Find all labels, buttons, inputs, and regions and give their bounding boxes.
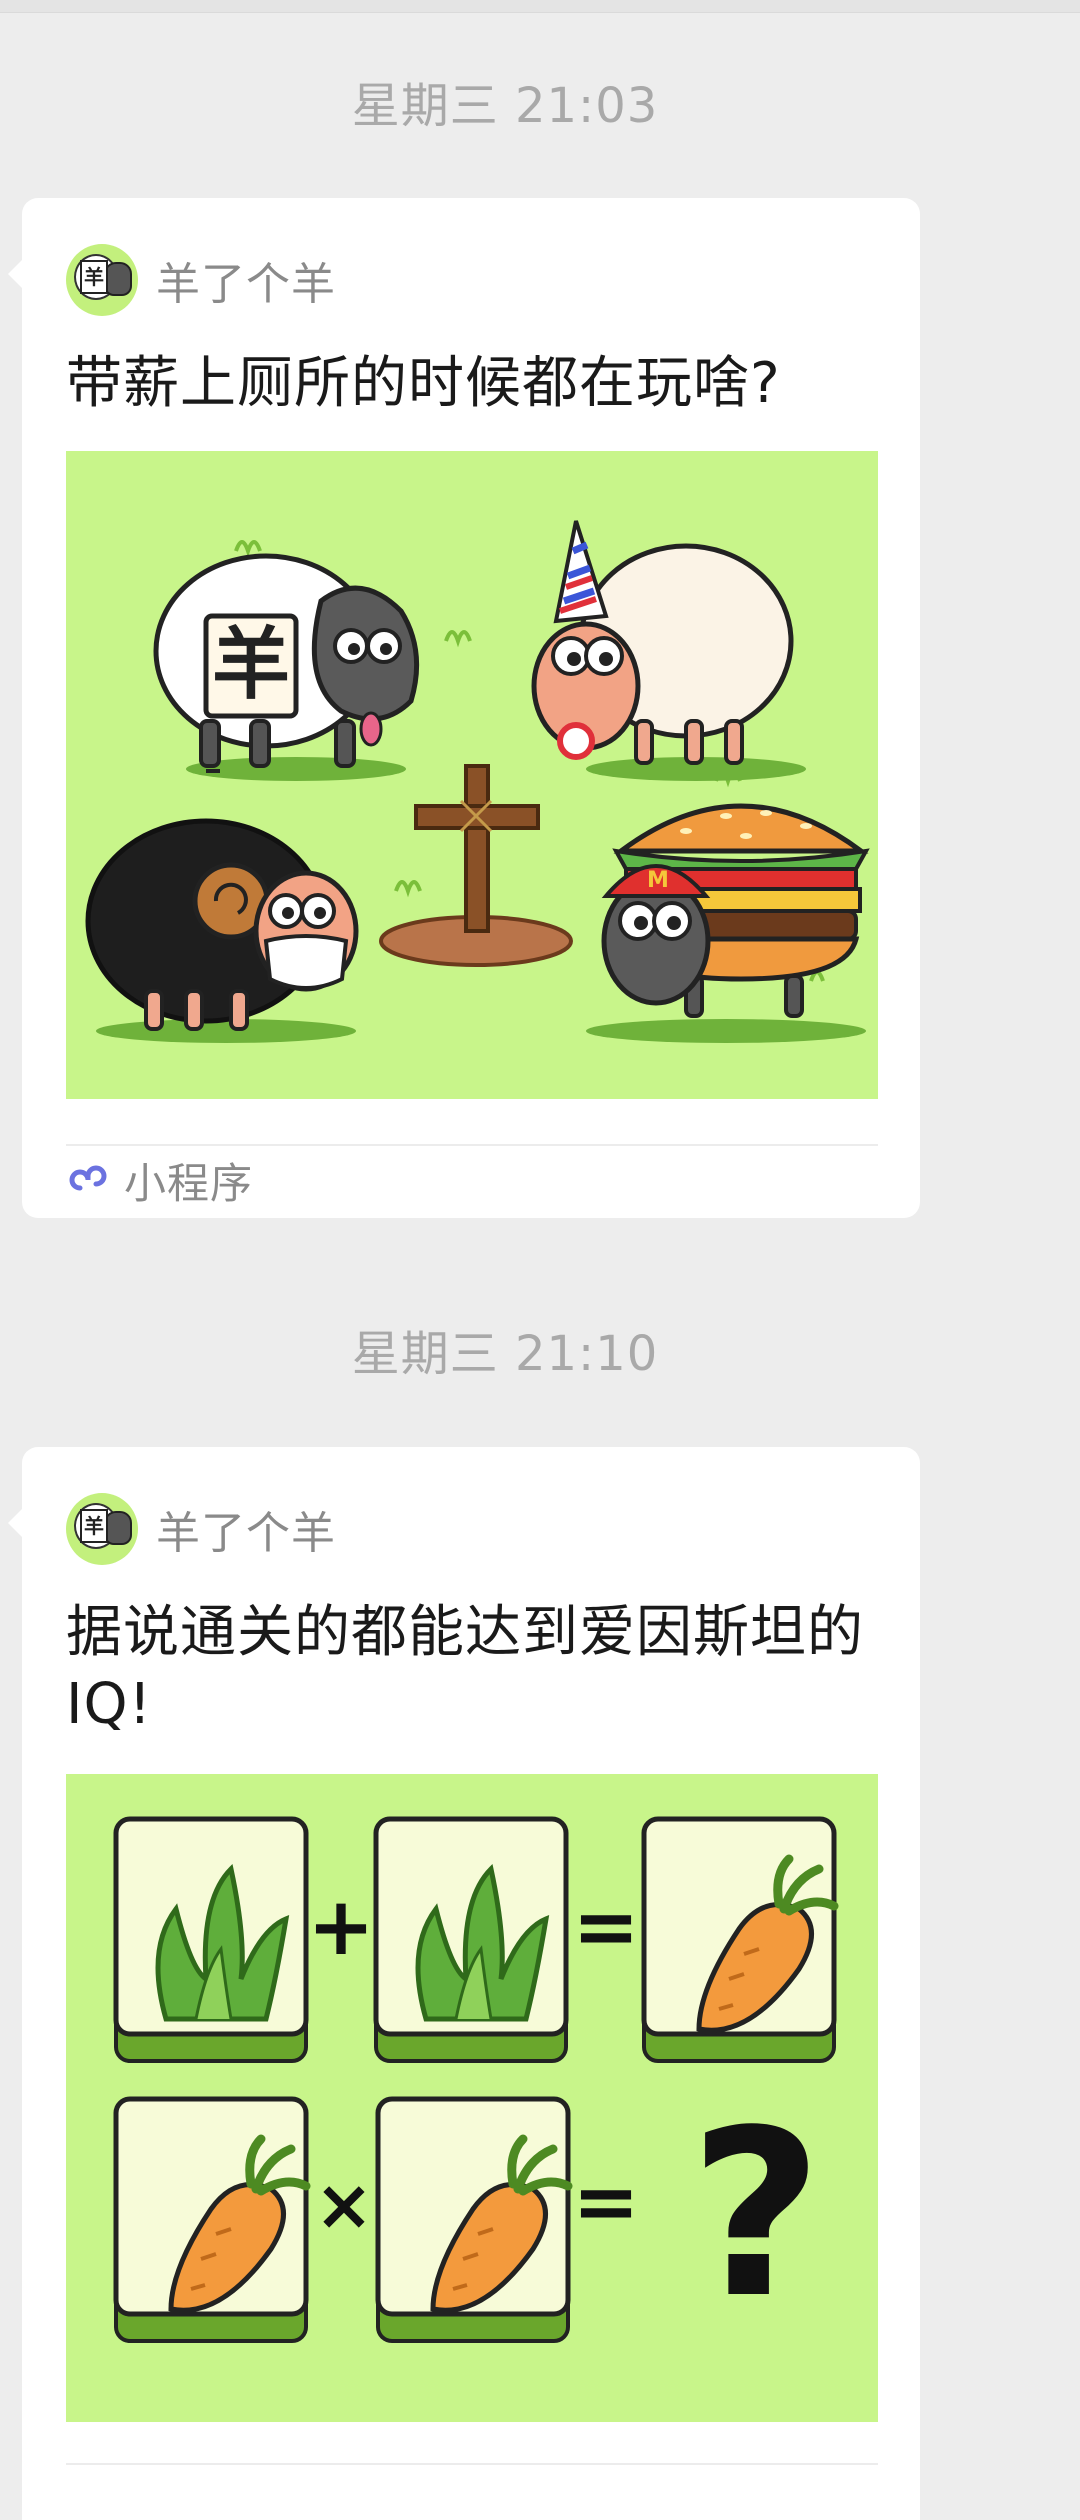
card-thumbnail-image: + = × = ? — [66, 1774, 878, 2422]
puzzle-operator: = — [572, 2155, 639, 2248]
puzzle-operator: + — [307, 1880, 374, 1973]
mini-program-label: 小程序 — [124, 1158, 254, 1208]
card-footer: 小程序 — [66, 1152, 253, 1208]
card-thumbnail-image: 羊 M — [66, 451, 878, 1099]
sheep-game-avatar-icon: 羊 — [66, 244, 138, 316]
mini-program-link-icon — [69, 1165, 107, 1191]
card-header: 羊 羊了个羊 — [66, 1493, 336, 1565]
puzzle-operator: × — [315, 2164, 374, 2246]
svg-text:羊: 羊 — [212, 620, 290, 710]
message-timestamp: 星期三 21:03 — [351, 78, 659, 134]
top-edge — [0, 0, 1080, 13]
card-header: 羊 羊了个羊 — [66, 244, 336, 316]
card-divider — [66, 1144, 878, 1146]
message-timestamp: 星期三 21:10 — [351, 1326, 659, 1382]
app-name: 羊了个羊 — [156, 259, 336, 310]
mini-program-card[interactable]: 羊 羊了个羊 据说通关的都能达到爱因斯坦的IQ! + = × = ? — [8, 1447, 920, 2520]
puzzle-operator: = — [572, 1880, 639, 1973]
card-divider — [66, 2463, 878, 2465]
app-name: 羊了个羊 — [156, 1508, 336, 1559]
sheep-game-avatar-icon: 羊 — [66, 1493, 138, 1565]
mini-program-card[interactable]: 羊 羊了个羊 带薪上厕所的时候都在玩啥? 羊 M 小程序 — [8, 198, 920, 1218]
svg-text:M: M — [647, 868, 669, 893]
card-title: 带薪上厕所的时候都在玩啥? — [66, 351, 781, 416]
puzzle-answer: ? — [689, 2082, 822, 2349]
card-title: 据说通关的都能达到爱因斯坦的IQ! — [66, 1600, 864, 1737]
